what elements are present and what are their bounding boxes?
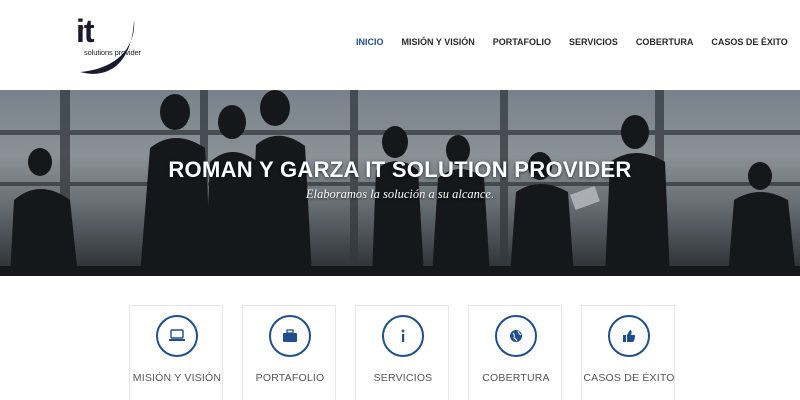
nav-item-mision-vision[interactable]: MISIÓN Y VISIÓN <box>402 37 475 47</box>
nav-item-casos-exito[interactable]: CASOS DE ÉXITO <box>711 37 787 47</box>
hero-overlay <box>0 90 800 276</box>
logo-mark-text: it <box>76 13 95 49</box>
nav-item-inicio[interactable]: INICIO <box>356 37 384 47</box>
logo-tagline: solutions provider <box>84 48 141 57</box>
feature-card-label: MISIÓN Y VISIÓN <box>132 372 222 384</box>
feature-card-casos-exito[interactable]: CASOS DE ÉXITO <box>581 305 675 400</box>
hero-subtitle: Elaboramos la solución a su alcance. <box>305 187 495 201</box>
site-logo[interactable]: it solutions provider <box>70 10 170 80</box>
feature-icon-circle <box>269 315 311 357</box>
nav-item-cobertura[interactable]: COBERTURA <box>636 37 694 47</box>
briefcase-icon <box>283 329 297 342</box>
laptop-icon <box>169 329 185 341</box>
feature-card-mision-vision[interactable]: MISIÓN Y VISIÓN <box>129 305 223 400</box>
nav-item-servicios[interactable]: SERVICIOS <box>569 37 618 47</box>
feature-card-portafolio[interactable]: PORTAFOLIO <box>242 305 336 400</box>
feature-card-label: SERVICIOS <box>373 372 433 384</box>
nav-item-portafolio[interactable]: PORTAFOLIO <box>493 37 551 47</box>
feature-card-cobertura[interactable]: COBERTURA <box>468 305 562 400</box>
globe-icon <box>510 330 522 342</box>
thumbs-up-icon <box>623 330 636 342</box>
hero-banner: ROMAN Y GARZA IT SOLUTION PROVIDER Elabo… <box>0 90 800 276</box>
info-icon <box>401 329 405 342</box>
feature-card-servicios[interactable]: SERVICIOS <box>355 305 449 400</box>
feature-cards: MISIÓN Y VISIÓN PORTAFOLIO SERVICIOS COB… <box>129 305 675 400</box>
feature-icon-circle <box>156 315 198 357</box>
feature-icon-circle <box>608 315 650 357</box>
feature-card-label: PORTAFOLIO <box>255 372 325 384</box>
main-nav: INICIO MISIÓN Y VISIÓN PORTAFOLIO SERVIC… <box>356 37 788 47</box>
feature-card-label: COBERTURA <box>482 372 550 384</box>
hero-title: ROMAN Y GARZA IT SOLUTION PROVIDER <box>168 157 632 182</box>
feature-card-label: CASOS DE ÉXITO <box>583 372 675 384</box>
feature-icon-circle <box>495 315 537 357</box>
site-header: it solutions provider INICIO MISIÓN Y VI… <box>0 0 800 90</box>
feature-icon-circle <box>382 315 424 357</box>
